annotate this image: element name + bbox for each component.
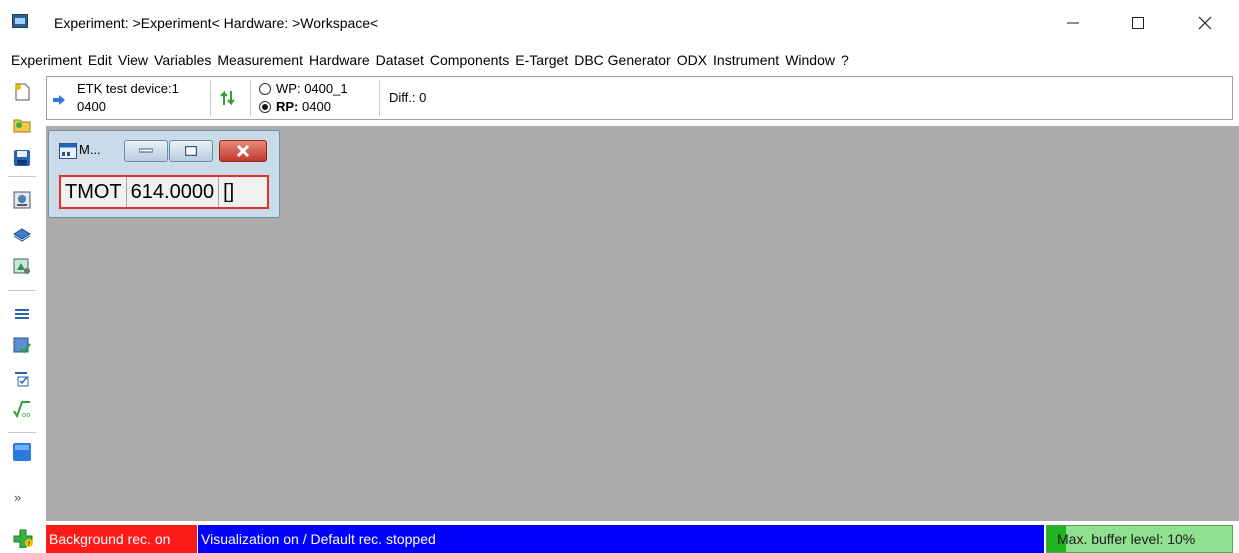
buffer-level-status: Max. buffer level: 10% xyxy=(1046,525,1233,553)
dataset-icon[interactable] xyxy=(12,224,32,244)
variable-selection-icon[interactable] xyxy=(12,304,32,324)
rp-radio-button[interactable] xyxy=(259,100,271,113)
hardware-status-icon: ? xyxy=(13,529,33,548)
app-window-icon xyxy=(12,14,28,28)
svg-text:oo: oo xyxy=(22,411,31,419)
save-icon[interactable] xyxy=(12,148,32,168)
device-separator xyxy=(210,80,211,116)
menu-item-hardware[interactable]: Hardware xyxy=(306,46,373,74)
close-button[interactable] xyxy=(1182,8,1228,38)
wp-label: WP: xyxy=(276,81,301,96)
variable-unit: [] xyxy=(223,181,235,203)
svg-text:?: ? xyxy=(27,541,30,548)
measure-maximize-button[interactable] xyxy=(169,140,213,162)
status-bar: ? Background rec. on Visualization on / … xyxy=(0,523,1239,553)
toolbar-separator xyxy=(8,176,36,177)
measure-window-title: M... xyxy=(79,142,101,157)
menu-item-view[interactable]: View xyxy=(115,46,151,74)
title-bar: Experiment: >Experiment< Hardware: >Work… xyxy=(0,0,1239,44)
close-icon xyxy=(1198,16,1212,30)
menu-item-window[interactable]: Window xyxy=(782,46,838,74)
menu-bar: Experiment Edit View Variables Measurement Ha… xyxy=(0,46,1239,74)
check-icon[interactable] xyxy=(12,368,32,388)
measure-minimize-button[interactable] xyxy=(124,140,168,162)
menu-item-experiment[interactable]: Experiment xyxy=(8,46,85,74)
menu-item-instrument[interactable]: Instrument xyxy=(710,46,782,74)
toolbar-more-button[interactable]: » xyxy=(14,490,21,505)
hardware-config-icon[interactable] xyxy=(12,190,32,210)
sync-icon[interactable] xyxy=(219,89,237,107)
maximize-icon xyxy=(1132,17,1144,29)
maximize-button[interactable] xyxy=(1115,8,1161,38)
menu-item-dataset[interactable]: Dataset xyxy=(373,46,427,74)
calibration-icon[interactable] xyxy=(12,256,32,276)
wp-value: 0400_1 xyxy=(304,81,348,96)
measure-window[interactable]: M... TMOT 614.0000 [] xyxy=(48,130,280,218)
device-separator xyxy=(250,80,251,116)
rp-label: RP: xyxy=(276,99,299,114)
variable-name: TMOT xyxy=(61,177,127,207)
toolbar-separator xyxy=(8,290,36,291)
menu-item-components[interactable]: Components xyxy=(427,46,512,74)
measure-config-icon[interactable] xyxy=(12,336,32,356)
maximize-icon xyxy=(185,146,197,156)
new-experiment-icon[interactable] xyxy=(12,82,32,102)
minimize-icon xyxy=(1067,22,1079,24)
open-experiment-icon[interactable] xyxy=(12,114,32,134)
menu-item-e-target[interactable]: E-Target xyxy=(512,46,571,74)
device-number: 0400 xyxy=(77,99,106,114)
device-bar: ETK test device:1 0400 WP: 0400_1 RP: 04… xyxy=(46,76,1233,120)
variable-value: 614.0000 xyxy=(127,177,220,207)
diff-count: Diff.: 0 xyxy=(389,90,427,105)
menu-item-variables[interactable]: Variables xyxy=(151,46,214,74)
minimize-button[interactable] xyxy=(1050,8,1096,38)
toolbar-separator xyxy=(8,432,36,433)
measure-value-row[interactable]: TMOT 614.0000 [] xyxy=(59,175,269,209)
window-icon[interactable] xyxy=(12,442,32,462)
menu-item-help[interactable]: ? xyxy=(838,46,852,74)
minimize-icon xyxy=(139,148,153,153)
working-page-radio[interactable]: WP: 0400_1 xyxy=(259,81,348,96)
measure-close-button[interactable] xyxy=(219,140,267,162)
reference-page-radio[interactable]: RP: 0400 xyxy=(259,99,331,114)
device-separator xyxy=(379,80,380,116)
wp-radio-button[interactable] xyxy=(259,82,271,95)
left-toolbar: oo » xyxy=(0,76,44,521)
formula-icon[interactable]: oo xyxy=(12,400,32,420)
measure-window-icon xyxy=(59,143,77,159)
close-icon xyxy=(236,145,250,157)
menu-item-odx[interactable]: ODX xyxy=(674,46,710,74)
device-name[interactable]: ETK test device:1 xyxy=(77,81,179,96)
menu-item-measurement[interactable]: Measurement xyxy=(214,46,306,74)
window-title: Experiment: >Experiment< Hardware: >Work… xyxy=(54,15,379,31)
arrow-right-icon xyxy=(53,95,65,105)
rp-value: 0400 xyxy=(302,99,331,114)
menu-item-edit[interactable]: Edit xyxy=(85,46,115,74)
menu-item-dbc-generator[interactable]: DBC Generator xyxy=(571,46,673,74)
background-recording-status: Background rec. on xyxy=(46,525,197,553)
buffer-level-text: Max. buffer level: 10% xyxy=(1057,531,1196,547)
visualization-status: Visualization on / Default rec. stopped xyxy=(198,525,1044,553)
